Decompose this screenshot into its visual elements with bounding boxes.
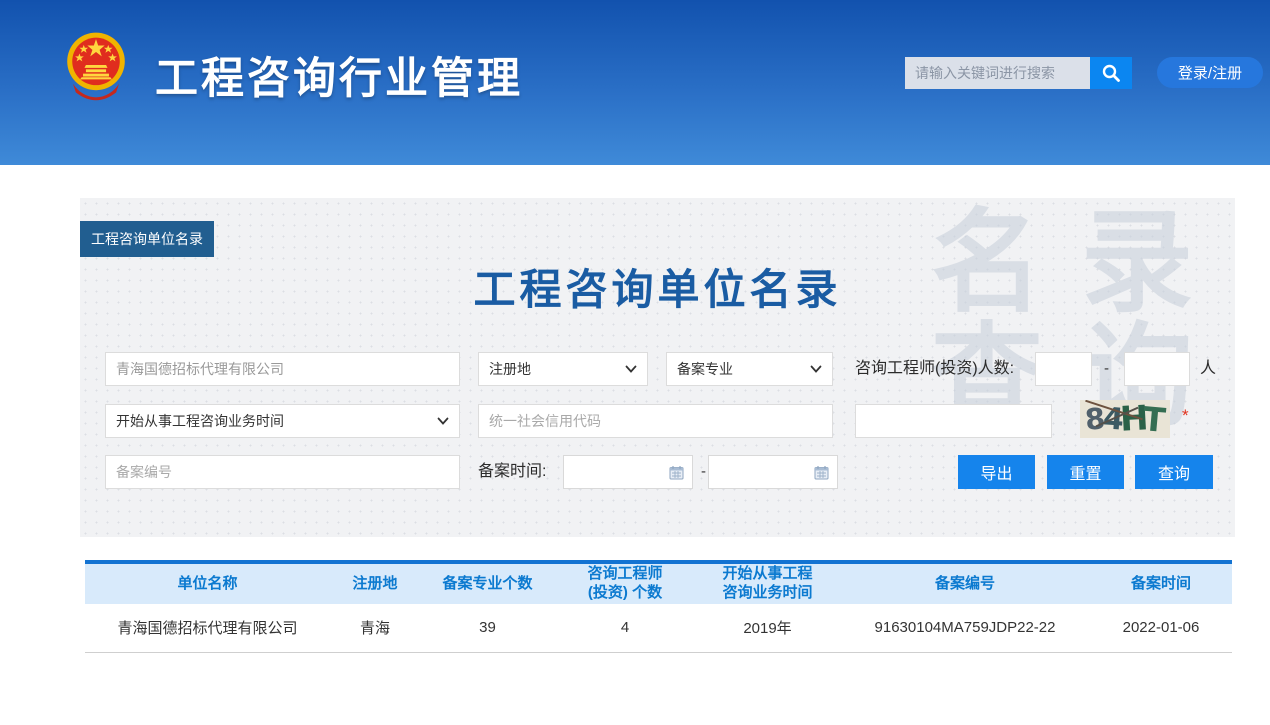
table-row: 青海国德招标代理有限公司 青海 39 4 2019年 91630104MA759… [85, 604, 1232, 652]
record-specialty-value: 备案专业 [677, 359, 733, 379]
registration-place-select[interactable]: 注册地 [478, 352, 648, 386]
col-header-engineer-count: 咨询工程师 (投资) 个数 [555, 562, 695, 604]
page: 工程咨询行业管理 登录/注册 名录 查询 工程咨询单位名录 工程咨询单位名录 注… [0, 0, 1270, 725]
site-title: 工程咨询行业管理 [155, 44, 523, 106]
record-time-label: 备案时间: [478, 455, 546, 489]
chevron-down-icon [437, 417, 449, 425]
captcha-input[interactable] [855, 404, 1052, 438]
registration-place-value: 注册地 [489, 359, 531, 379]
engineer-count-unit: 人 [1200, 352, 1216, 386]
col-header-record-number: 备案编号 [840, 562, 1090, 604]
col-header-registration-place: 注册地 [330, 562, 420, 604]
header-search [905, 57, 1132, 89]
directory-panel: 名录 查询 工程咨询单位名录 工程咨询单位名录 注册地 备案专业 咨询工程师(投… [80, 198, 1235, 537]
col-header-start-time: 开始从事工程 咨询业务时间 [695, 562, 840, 604]
cell-registration-place: 青海 [330, 604, 420, 652]
calendar-icon [669, 465, 684, 480]
record-time-end-date-field[interactable] [708, 455, 838, 489]
engineer-count-max-input[interactable] [1124, 352, 1190, 386]
start-business-time-value: 开始从事工程咨询业务时间 [116, 411, 284, 431]
page-title: 工程咨询单位名录 [80, 256, 1235, 317]
results-table: 单位名称 注册地 备案专业个数 咨询工程师 (投资) 个数 开始从事工程 咨询业… [85, 560, 1232, 653]
credit-code-input[interactable] [478, 404, 833, 438]
cell-engineer-count: 4 [555, 604, 695, 652]
engineer-count-min-input[interactable] [1035, 352, 1092, 386]
start-business-time-select[interactable]: 开始从事工程咨询业务时间 [105, 404, 460, 438]
calendar-icon [814, 465, 829, 480]
login-register-button[interactable]: 登录/注册 [1157, 57, 1263, 88]
record-specialty-select[interactable]: 备案专业 [666, 352, 833, 386]
range-separator: - [1104, 352, 1109, 386]
company-name-input[interactable] [105, 352, 460, 386]
cell-record-number: 91630104MA759JDP22-22 [840, 604, 1090, 652]
date-range-separator: - [701, 455, 706, 489]
cell-start-time: 2019年 [695, 604, 840, 652]
query-button[interactable]: 查询 [1135, 455, 1213, 489]
record-number-input[interactable] [105, 455, 460, 489]
search-button[interactable] [1090, 57, 1132, 89]
site-header: 工程咨询行业管理 登录/注册 [0, 0, 1270, 165]
chevron-down-icon [625, 365, 637, 373]
captcha-image[interactable]: 84HT [1080, 400, 1170, 438]
cell-specialty-count: 39 [420, 604, 555, 652]
cell-record-time: 2022-01-06 [1090, 604, 1232, 652]
export-button[interactable]: 导出 [958, 455, 1035, 489]
chevron-down-icon [810, 365, 822, 373]
search-input[interactable] [905, 57, 1090, 89]
record-time-start-date-field[interactable] [563, 455, 693, 489]
search-icon [1101, 63, 1121, 83]
reset-button[interactable]: 重置 [1047, 455, 1124, 489]
required-asterisk: * [1182, 406, 1189, 426]
national-emblem-icon [60, 27, 132, 103]
cell-unit-name: 青海国德招标代理有限公司 [85, 604, 330, 652]
tab-unit-directory[interactable]: 工程咨询单位名录 [80, 221, 214, 257]
col-header-specialty-count: 备案专业个数 [420, 562, 555, 604]
engineer-count-label: 咨询工程师(投资)人数: [855, 352, 1014, 386]
col-header-unit-name: 单位名称 [85, 562, 330, 604]
table-header-row: 单位名称 注册地 备案专业个数 咨询工程师 (投资) 个数 开始从事工程 咨询业… [85, 562, 1232, 604]
col-header-record-time: 备案时间 [1090, 562, 1232, 604]
